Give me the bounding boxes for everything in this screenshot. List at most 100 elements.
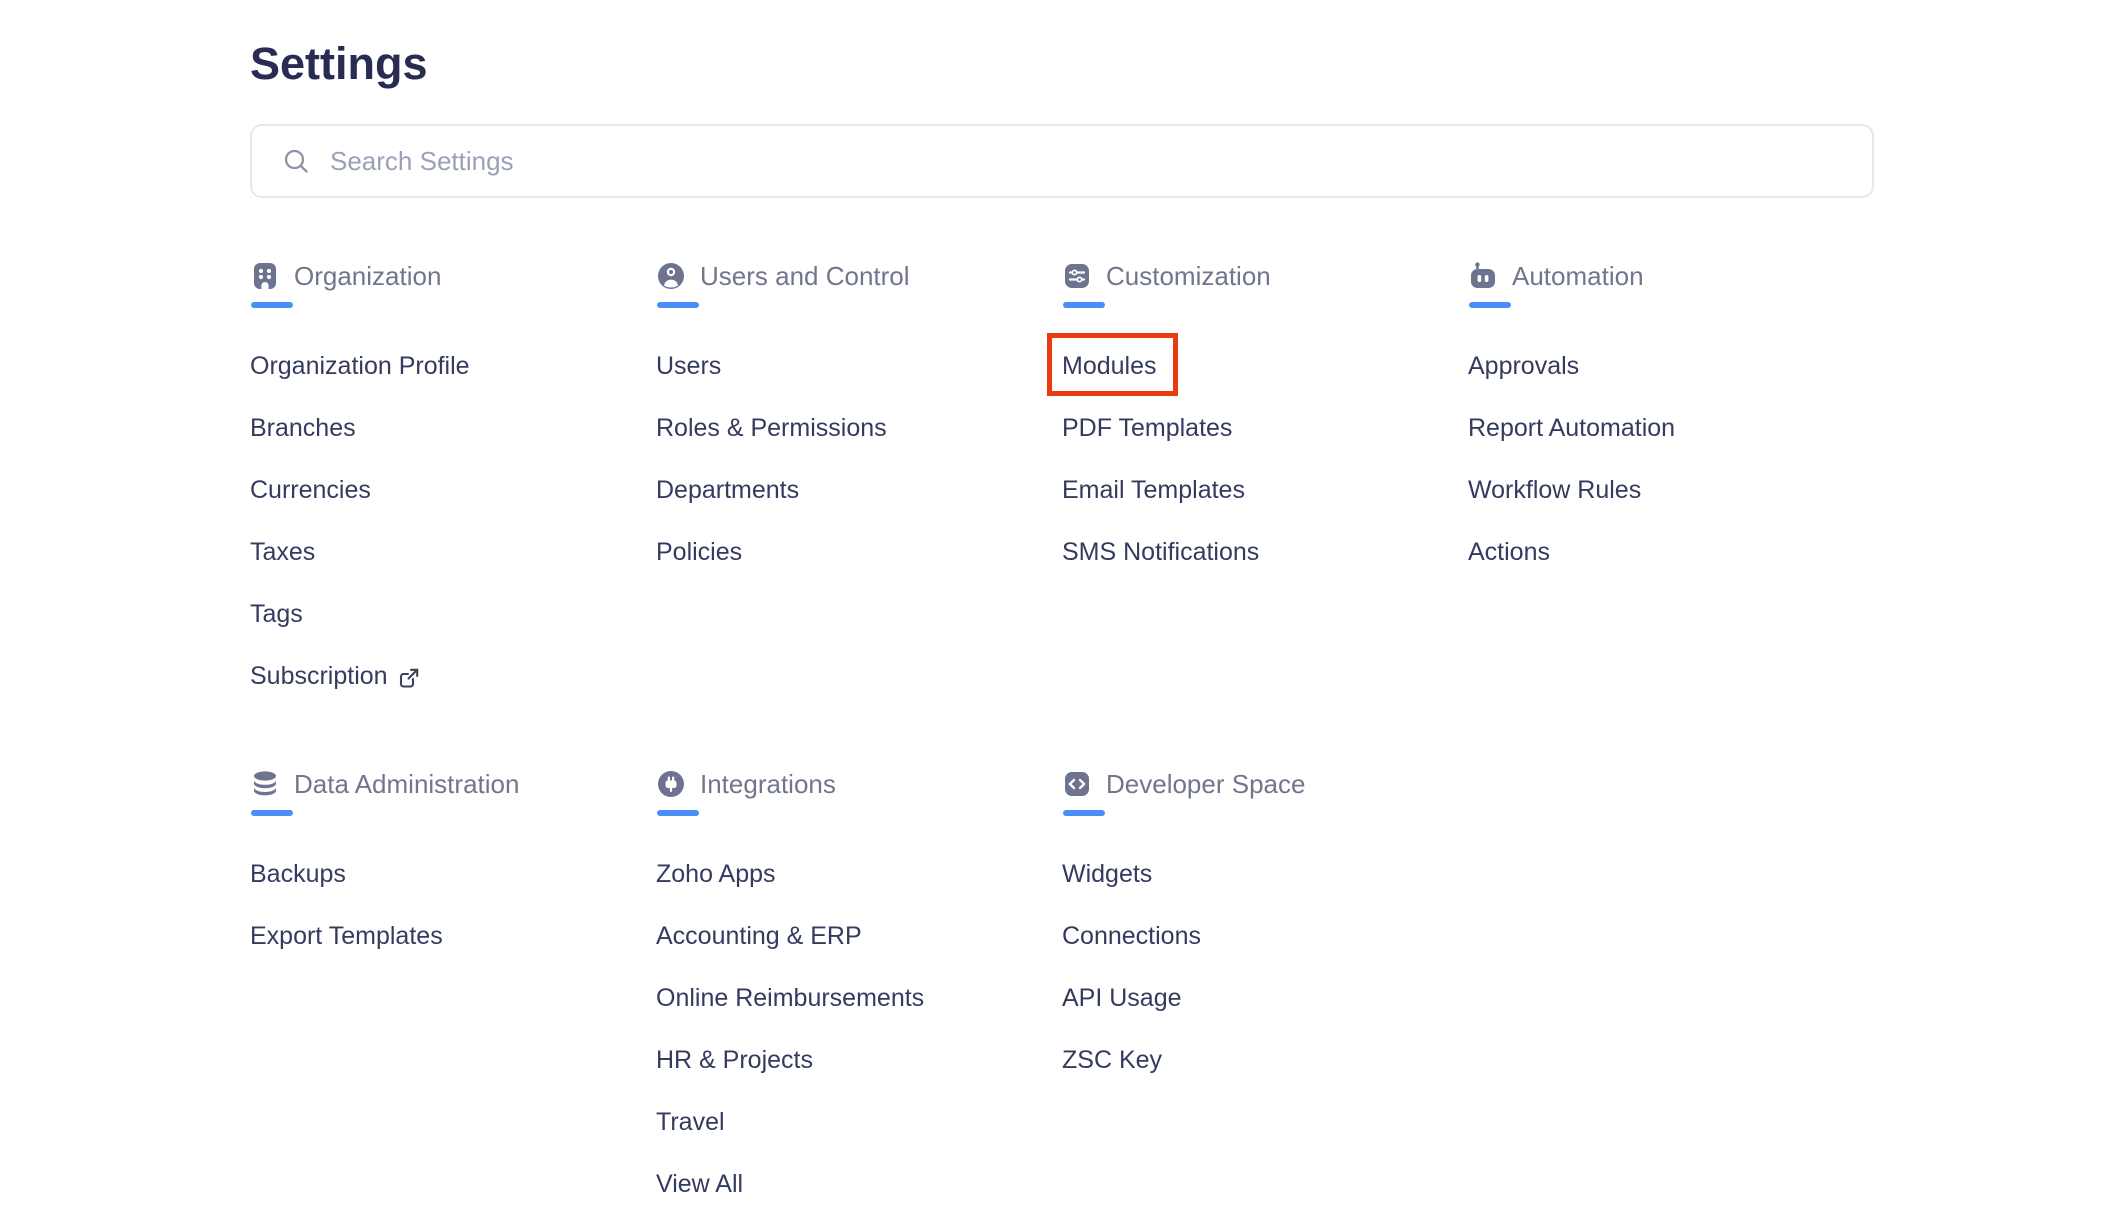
link-label: Modules	[1062, 352, 1157, 380]
link-sms-notifications[interactable]: SMS Notifications	[1062, 538, 1259, 567]
plug-circle-icon	[656, 769, 686, 799]
link-organization-profile[interactable]: Organization Profile	[250, 352, 470, 381]
list-item: Backups	[250, 860, 656, 922]
database-icon	[250, 769, 280, 799]
list-item: Widgets	[1062, 860, 1468, 922]
section-title: Automation	[1512, 261, 1644, 292]
list-item: Taxes	[250, 538, 656, 600]
link-connections[interactable]: Connections	[1062, 922, 1201, 951]
page-title: Settings	[250, 38, 2102, 90]
section-automation: Automation Approvals Report Automation W…	[1468, 258, 1874, 600]
link-policies[interactable]: Policies	[656, 538, 742, 567]
section-data-administration: Data Administration Backups Export Templ…	[250, 766, 656, 984]
list-item: Users	[656, 352, 1062, 414]
external-link-icon	[398, 667, 420, 689]
link-roles-permissions[interactable]: Roles & Permissions	[656, 414, 887, 443]
list-item: Connections	[1062, 922, 1468, 984]
list-item: View All	[656, 1170, 1062, 1216]
robot-icon	[1468, 261, 1498, 291]
link-export-templates[interactable]: Export Templates	[250, 922, 443, 951]
section-underline	[1469, 302, 1511, 308]
link-users[interactable]: Users	[656, 352, 721, 381]
list-item: Approvals	[1468, 352, 1874, 414]
link-modules[interactable]: Modules	[1062, 352, 1178, 396]
section-title: Integrations	[700, 769, 836, 800]
list-item: Currencies	[250, 476, 656, 538]
link-label: Subscription	[250, 662, 388, 691]
section-underline	[251, 810, 293, 816]
section-title: Developer Space	[1106, 769, 1305, 800]
link-branches[interactable]: Branches	[250, 414, 356, 443]
link-zoho-apps[interactable]: Zoho Apps	[656, 860, 776, 889]
section-organization: Organization Organization Profile Branch…	[250, 258, 656, 724]
list-item: Travel	[656, 1108, 1062, 1170]
section-underline	[1063, 810, 1105, 816]
section-underline	[1063, 302, 1105, 308]
section-users-and-control: Users and Control Users Roles & Permissi…	[656, 258, 1062, 600]
link-travel[interactable]: Travel	[656, 1108, 725, 1137]
list-item: Branches	[250, 414, 656, 476]
link-email-templates[interactable]: Email Templates	[1062, 476, 1245, 505]
link-report-automation[interactable]: Report Automation	[1468, 414, 1675, 443]
link-departments[interactable]: Departments	[656, 476, 799, 505]
link-view-all[interactable]: View All	[656, 1170, 743, 1199]
link-actions[interactable]: Actions	[1468, 538, 1550, 567]
list-item: Policies	[656, 538, 1062, 600]
link-zsc-key[interactable]: ZSC Key	[1062, 1046, 1162, 1075]
link-online-reimbursements[interactable]: Online Reimbursements	[656, 984, 924, 1013]
list-item: Email Templates	[1062, 476, 1468, 538]
section-links: Zoho Apps Accounting & ERP Online Reimbu…	[656, 860, 1062, 1216]
user-circle-icon	[656, 261, 686, 291]
link-workflow-rules[interactable]: Workflow Rules	[1468, 476, 1641, 505]
link-currencies[interactable]: Currencies	[250, 476, 371, 505]
list-item: HR & Projects	[656, 1046, 1062, 1108]
link-hr-projects[interactable]: HR & Projects	[656, 1046, 813, 1075]
building-icon	[250, 261, 280, 291]
section-links: Modules PDF Templates Email Templates SM…	[1062, 352, 1468, 600]
link-widgets[interactable]: Widgets	[1062, 860, 1152, 889]
section-title: Data Administration	[294, 769, 519, 800]
list-item: PDF Templates	[1062, 414, 1468, 476]
section-integrations: Integrations Zoho Apps Accounting & ERP …	[656, 766, 1062, 1216]
link-backups[interactable]: Backups	[250, 860, 346, 889]
section-header: Developer Space	[1062, 766, 1468, 802]
link-pdf-templates[interactable]: PDF Templates	[1062, 414, 1232, 443]
search-bar[interactable]	[250, 124, 1874, 198]
section-title: Users and Control	[700, 261, 910, 292]
list-item: Actions	[1468, 538, 1874, 600]
section-links: Backups Export Templates	[250, 860, 656, 984]
section-header: Automation	[1468, 258, 1874, 294]
list-item: Organization Profile	[250, 352, 656, 414]
list-item: SMS Notifications	[1062, 538, 1468, 600]
link-taxes[interactable]: Taxes	[250, 538, 315, 567]
list-item: Departments	[656, 476, 1062, 538]
list-item: Workflow Rules	[1468, 476, 1874, 538]
list-item: Report Automation	[1468, 414, 1874, 476]
section-underline	[251, 302, 293, 308]
list-item: Modules	[1062, 352, 1468, 414]
link-api-usage[interactable]: API Usage	[1062, 984, 1182, 1013]
settings-page: Settings Organization	[0, 0, 2102, 1216]
section-links: Widgets Connections API Usage ZSC Key	[1062, 860, 1468, 1108]
section-header: Data Administration	[250, 766, 656, 802]
link-subscription[interactable]: Subscription	[250, 662, 420, 691]
section-underline	[657, 810, 699, 816]
list-item: Subscription	[250, 662, 656, 724]
section-title: Organization	[294, 261, 441, 292]
section-header: Integrations	[656, 766, 1062, 802]
link-approvals[interactable]: Approvals	[1468, 352, 1579, 381]
link-tags[interactable]: Tags	[250, 600, 303, 629]
list-item: Online Reimbursements	[656, 984, 1062, 1046]
section-header: Customization	[1062, 258, 1468, 294]
code-icon	[1062, 769, 1092, 799]
section-links: Users Roles & Permissions Departments Po…	[656, 352, 1062, 600]
settings-grid: Organization Organization Profile Branch…	[250, 258, 2102, 1216]
section-customization: Customization Modules PDF Templates Emai…	[1062, 258, 1468, 600]
section-developer-space: Developer Space Widgets Connections API …	[1062, 766, 1468, 1108]
list-item: Roles & Permissions	[656, 414, 1062, 476]
section-title: Customization	[1106, 261, 1271, 292]
search-input[interactable]	[328, 145, 1732, 178]
section-underline	[657, 302, 699, 308]
section-links: Organization Profile Branches Currencies…	[250, 352, 656, 724]
link-accounting-erp[interactable]: Accounting & ERP	[656, 922, 862, 951]
